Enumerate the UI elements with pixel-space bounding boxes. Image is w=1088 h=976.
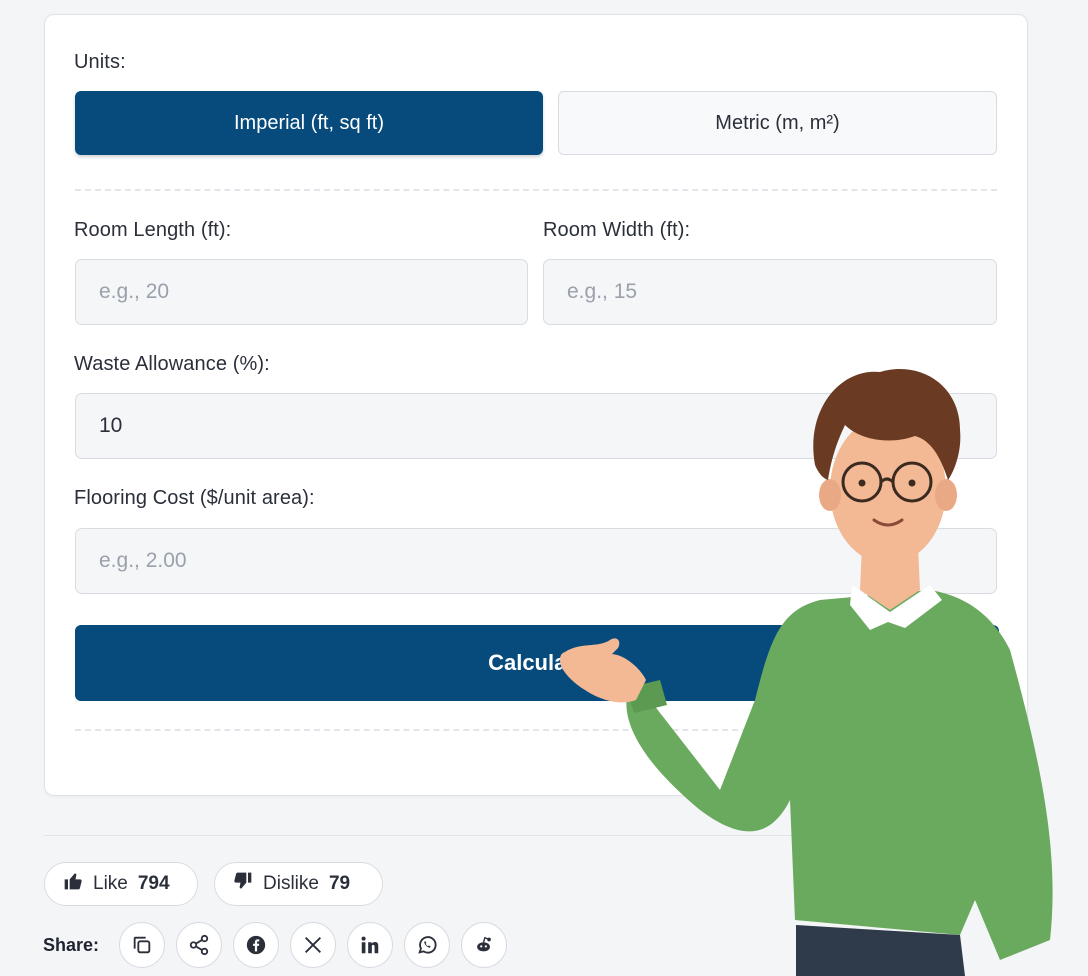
reddit-share-button[interactable]: [461, 922, 507, 968]
linkedin-icon: [361, 936, 379, 954]
room-length-label: Room Length (ft):: [74, 219, 232, 241]
share-icon: [189, 934, 209, 956]
copy-icon: [133, 936, 151, 954]
x-share-button[interactable]: [290, 922, 336, 968]
imperial-unit-button[interactable]: Imperial (ft, sq ft): [75, 91, 543, 155]
right-ear: [935, 479, 957, 511]
left-ear: [819, 479, 841, 511]
whatsapp-share-button[interactable]: [404, 922, 450, 968]
units-label: Units:: [74, 51, 126, 73]
dislike-label: Dislike: [263, 873, 319, 894]
copy-link-button[interactable]: [119, 922, 165, 968]
room-width-label: Room Width (ft):: [543, 219, 691, 241]
section-divider: [75, 189, 997, 191]
facebook-share-button[interactable]: [233, 922, 279, 968]
metric-unit-button[interactable]: Metric (m, m²): [558, 91, 997, 155]
flooring-cost-label: Flooring Cost ($/unit area):: [74, 487, 315, 509]
left-eye: [858, 479, 866, 487]
room-width-input[interactable]: [543, 259, 997, 325]
like-count: 794: [137, 873, 170, 894]
pointing-hand: [560, 638, 646, 703]
like-label: Like: [93, 873, 128, 894]
whatsapp-icon: [418, 936, 437, 954]
right-eye: [908, 479, 916, 487]
reddit-icon: [477, 936, 491, 952]
dislike-button[interactable]: Dislike 79: [214, 862, 383, 906]
sweater: [626, 590, 1053, 960]
presenter-illustration: [560, 369, 1053, 976]
x-icon: [305, 937, 321, 953]
thumbs-up-icon: [63, 871, 83, 897]
room-length-input[interactable]: [75, 259, 528, 325]
like-button[interactable]: Like 794: [44, 862, 198, 906]
linkedin-share-button[interactable]: [347, 922, 393, 968]
waste-allowance-label: Waste Allowance (%):: [74, 353, 270, 375]
thumbs-down-icon: [233, 871, 253, 897]
share-button[interactable]: [176, 922, 222, 968]
facebook-icon: [246, 935, 266, 955]
dislike-count: 79: [328, 873, 351, 894]
share-label: Share:: [43, 935, 100, 955]
